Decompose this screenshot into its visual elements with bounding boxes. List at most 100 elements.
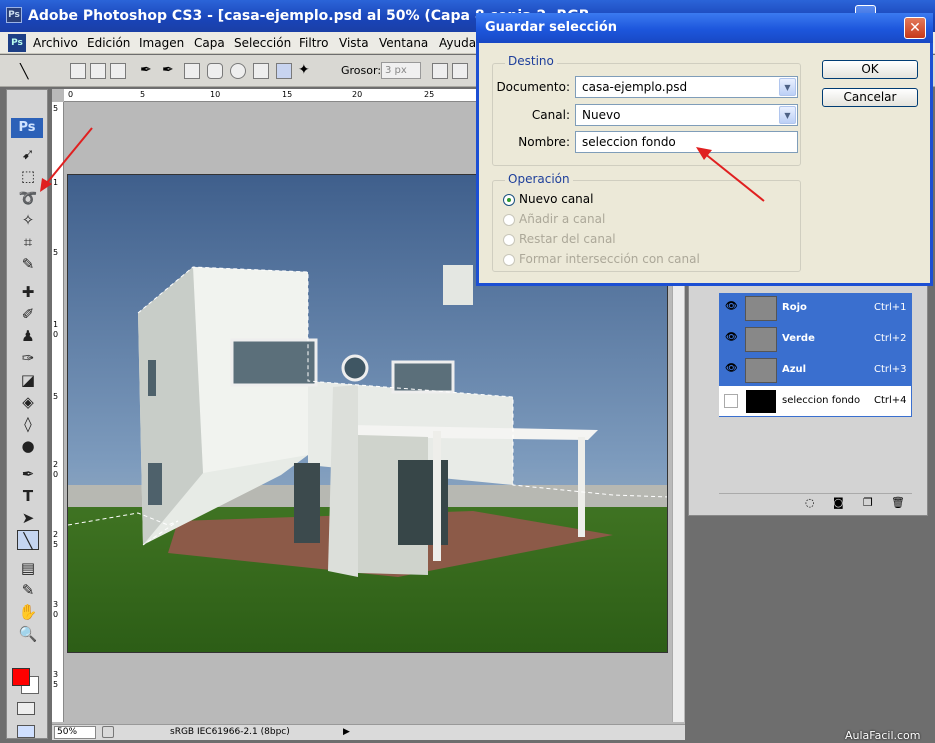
- ruler-tick: 15: [282, 90, 293, 99]
- radio-icon: [503, 214, 515, 226]
- chevron-down-icon[interactable]: ▼: [779, 106, 796, 124]
- status-options-icon[interactable]: [102, 726, 114, 738]
- ruler-tick: 0: [53, 470, 59, 479]
- shape-layers-icon[interactable]: [70, 63, 86, 79]
- pen-icon[interactable]: ✒: [140, 62, 152, 78]
- channel-row-seleccion-fondo[interactable]: seleccion fondo Ctrl+4: [719, 386, 911, 416]
- radio-selected-icon: [503, 194, 515, 206]
- channels-panel: 👁 Rojo Ctrl+1 👁 Verde Ctrl+2 👁 Azul Ctrl…: [688, 276, 928, 516]
- zoom-tool-icon[interactable]: 🔍: [17, 624, 39, 644]
- grosor-input[interactable]: 3 px: [381, 62, 421, 79]
- ruler-tick: 25: [424, 90, 435, 99]
- channel-row-verde[interactable]: 👁 Verde Ctrl+2: [719, 324, 911, 354]
- ps-menu-icon[interactable]: Ps: [8, 34, 26, 52]
- healing-brush-icon[interactable]: ✚: [17, 282, 39, 302]
- menu-ventana[interactable]: Ventana: [379, 36, 428, 50]
- magic-wand-icon[interactable]: ✧: [17, 210, 39, 230]
- quick-mask-icon[interactable]: [17, 702, 35, 715]
- type-tool-icon[interactable]: T: [17, 486, 39, 506]
- line-tool-icon[interactable]: ╲: [20, 64, 28, 80]
- custom-shape-icon[interactable]: ✦: [298, 62, 310, 78]
- ruler-tick: 0: [53, 330, 59, 339]
- ellipse-icon[interactable]: [230, 63, 246, 79]
- ruler-tick: 20: [352, 90, 363, 99]
- nombre-label: Nombre:: [518, 135, 570, 149]
- ruler-tick: 5: [53, 104, 59, 113]
- annotation-arrow-dialog: [696, 147, 765, 202]
- status-arrow-icon[interactable]: ▶: [343, 727, 350, 737]
- brush-tool-icon[interactable]: ✐: [17, 304, 39, 324]
- add-to-shape-icon[interactable]: [452, 63, 468, 79]
- ruler-tick: 2: [53, 530, 59, 539]
- eye-icon[interactable]: 👁: [725, 332, 738, 343]
- destino-label: Destino: [505, 54, 557, 68]
- hand-tool-icon[interactable]: ✋: [17, 602, 39, 622]
- eraser-tool-icon[interactable]: ◪: [17, 370, 39, 390]
- ok-button[interactable]: OK: [822, 60, 918, 79]
- polygon-icon[interactable]: [253, 63, 269, 79]
- eye-icon[interactable]: 👁: [725, 363, 738, 374]
- menu-seleccion[interactable]: Selección: [234, 36, 291, 50]
- radio-icon: [503, 234, 515, 246]
- channel-shortcut: Ctrl+2: [874, 333, 907, 344]
- close-icon[interactable]: ✕: [904, 17, 926, 39]
- canal-select[interactable]: Nuevo ▼: [575, 104, 798, 126]
- foreground-color-swatch[interactable]: [12, 668, 30, 686]
- pen-tool-icon[interactable]: ✒: [17, 464, 39, 484]
- screen-mode-icon[interactable]: [17, 725, 35, 738]
- eye-icon[interactable]: 👁: [725, 301, 738, 312]
- new-shape-layer-icon[interactable]: [432, 63, 448, 79]
- load-selection-icon[interactable]: ◌: [805, 496, 815, 509]
- menu-ayuda[interactable]: Ayuda: [439, 36, 476, 50]
- canal-label: Canal:: [531, 108, 570, 122]
- new-channel-icon[interactable]: ❐: [863, 496, 873, 509]
- radio-label: Restar del canal: [519, 232, 616, 246]
- line-shape-icon[interactable]: [276, 63, 292, 79]
- blur-tool-icon[interactable]: ◊: [17, 414, 39, 434]
- trash-icon[interactable]: 🗑: [891, 496, 905, 509]
- channels-footer: ◌ ◙ ❐ 🗑: [719, 493, 912, 511]
- paint-bucket-icon[interactable]: ◈: [17, 392, 39, 412]
- channel-row-rojo[interactable]: 👁 Rojo Ctrl+1: [719, 293, 911, 323]
- guardar-seleccion-dialog: Destino Documento: casa-ejemplo.psd ▼ Ca…: [476, 13, 933, 286]
- menu-edicion[interactable]: Edición: [87, 36, 130, 50]
- save-selection-icon[interactable]: ◙: [833, 496, 844, 509]
- radio-label: Añadir a canal: [519, 212, 606, 226]
- freeform-pen-icon[interactable]: ✒: [162, 62, 174, 78]
- documento-label: Documento:: [496, 80, 570, 94]
- rectangle-icon[interactable]: [184, 63, 200, 79]
- menu-archivo[interactable]: Archivo: [33, 36, 78, 50]
- eyedropper-icon[interactable]: ✎: [17, 580, 39, 600]
- clone-stamp-icon[interactable]: ♟: [17, 326, 39, 346]
- line-tool-selected-icon[interactable]: ╲: [17, 530, 39, 550]
- cancel-button[interactable]: Cancelar: [822, 88, 918, 107]
- menu-capa[interactable]: Capa: [194, 36, 225, 50]
- path-selection-icon[interactable]: ➤: [17, 508, 39, 528]
- ruler-tick: 5: [140, 90, 146, 99]
- menu-vista[interactable]: Vista: [339, 36, 369, 50]
- channel-thumbnail: [745, 358, 777, 383]
- menu-filtro[interactable]: Filtro: [299, 36, 328, 50]
- chevron-down-icon[interactable]: ▼: [779, 78, 796, 96]
- notes-tool-icon[interactable]: ▤: [17, 558, 39, 578]
- channel-row-azul[interactable]: 👁 Azul Ctrl+3: [719, 355, 911, 385]
- channel-shortcut: Ctrl+4: [874, 395, 907, 406]
- zoom-field[interactable]: 50%: [54, 726, 96, 739]
- dialog-title: Guardar selección: [485, 20, 618, 35]
- paths-icon[interactable]: [90, 63, 106, 79]
- fill-pixels-icon[interactable]: [110, 63, 126, 79]
- grosor-label: Grosor:: [341, 64, 382, 77]
- slice-tool-icon[interactable]: ✎: [17, 254, 39, 274]
- channel-name: Verde: [782, 333, 815, 344]
- dodge-tool-icon[interactable]: ●: [17, 436, 39, 456]
- documento-select[interactable]: casa-ejemplo.psd ▼: [575, 76, 798, 98]
- rounded-rectangle-icon[interactable]: [207, 63, 223, 79]
- menu-imagen[interactable]: Imagen: [139, 36, 184, 50]
- radio-icon: [503, 254, 515, 266]
- operacion-label: Operación: [505, 172, 573, 186]
- ruler-tick: 5: [53, 680, 59, 689]
- crop-tool-icon[interactable]: ⌗: [17, 232, 39, 252]
- history-brush-icon[interactable]: ✑: [17, 348, 39, 368]
- visibility-toggle[interactable]: [724, 394, 738, 408]
- ruler-tick: 5: [53, 540, 59, 549]
